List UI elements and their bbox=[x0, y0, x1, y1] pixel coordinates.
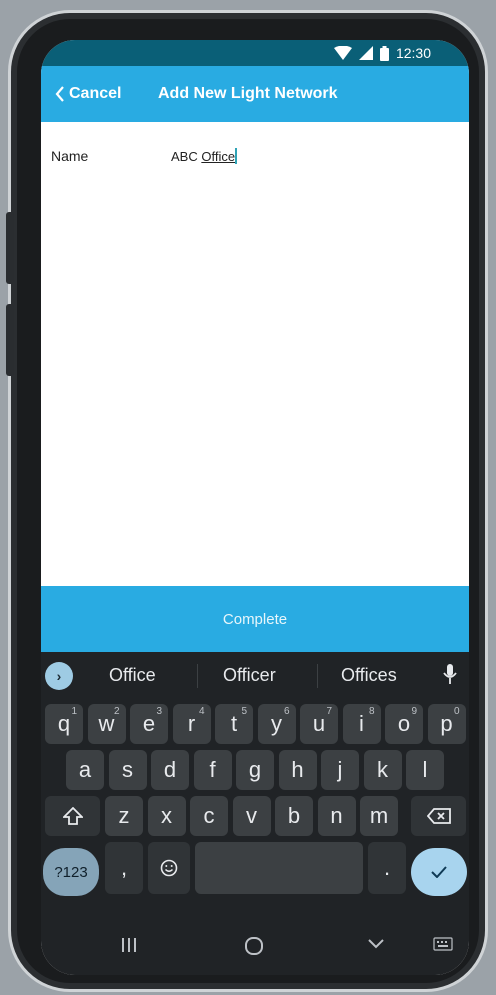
key-z[interactable]: z bbox=[105, 796, 143, 836]
key-x[interactable]: x bbox=[147, 796, 186, 836]
comma-key[interactable]: , bbox=[105, 842, 143, 894]
key-g[interactable]: g bbox=[236, 750, 274, 790]
key-t[interactable]: t5 bbox=[215, 704, 253, 744]
key-u[interactable]: u7 bbox=[300, 704, 338, 744]
key-hint: 1 bbox=[71, 706, 77, 717]
key-e[interactable]: e3 bbox=[130, 704, 168, 744]
symbols-key[interactable]: ?123 bbox=[43, 848, 99, 896]
key-hint: 7 bbox=[326, 706, 332, 717]
key-hint: 9 bbox=[411, 706, 417, 717]
shift-key[interactable] bbox=[45, 796, 100, 836]
done-key[interactable] bbox=[411, 848, 467, 896]
complete-button[interactable]: Complete bbox=[41, 586, 469, 652]
name-input[interactable]: ABC Office bbox=[171, 148, 238, 164]
key-w[interactable]: w2 bbox=[87, 704, 126, 744]
cancel-label: Cancel bbox=[69, 85, 122, 102]
phone-screen: 12:30 Cancel Add New Light Network Name … bbox=[41, 40, 469, 975]
key-hint: 6 bbox=[283, 706, 290, 717]
key-j[interactable]: j bbox=[321, 750, 359, 790]
wifi-icon bbox=[333, 46, 352, 60]
key-m[interactable]: m bbox=[360, 796, 398, 836]
recents-icon[interactable] bbox=[121, 937, 137, 953]
emoji-icon bbox=[160, 859, 178, 877]
expand-icon[interactable]: › bbox=[45, 662, 73, 690]
key-h[interactable]: h bbox=[278, 750, 317, 790]
key-f[interactable]: f bbox=[193, 750, 232, 790]
key-p[interactable]: p0 bbox=[427, 704, 466, 744]
key-hint: 8 bbox=[368, 706, 375, 717]
name-value-prefix: ABC bbox=[171, 149, 202, 164]
battery-icon bbox=[379, 45, 389, 61]
keyboard-icon[interactable] bbox=[433, 937, 453, 951]
key-n[interactable]: n bbox=[317, 796, 356, 836]
key-q[interactable]: q1 bbox=[45, 704, 83, 744]
space-key[interactable] bbox=[195, 842, 363, 894]
key-v[interactable]: v bbox=[232, 796, 271, 836]
home-icon[interactable] bbox=[244, 937, 264, 955]
key-i[interactable]: i8 bbox=[342, 704, 381, 744]
app-header: Cancel Add New Light Network bbox=[41, 66, 469, 122]
suggestion-divider bbox=[317, 664, 318, 688]
navigation-bar bbox=[41, 919, 469, 975]
key-k[interactable]: k bbox=[363, 750, 402, 790]
cancel-button[interactable]: Cancel bbox=[41, 85, 121, 103]
key-o[interactable]: o9 bbox=[385, 704, 423, 744]
key-hint: 5 bbox=[241, 706, 247, 717]
form-area: Name ABC Office bbox=[41, 122, 469, 586]
check-icon bbox=[431, 866, 447, 878]
key-hint: 4 bbox=[198, 706, 205, 717]
volume-up-button bbox=[6, 212, 14, 284]
signal-icon bbox=[358, 46, 373, 60]
key-hint: 2 bbox=[113, 706, 120, 717]
chevron-left-icon bbox=[55, 86, 64, 102]
suggestion-1[interactable]: Office bbox=[109, 665, 156, 686]
shift-icon bbox=[62, 807, 83, 825]
text-cursor bbox=[235, 148, 238, 164]
backspace-icon bbox=[426, 808, 451, 824]
suggestion-divider bbox=[197, 664, 198, 688]
mic-icon[interactable] bbox=[443, 664, 457, 686]
key-c[interactable]: c bbox=[190, 796, 228, 836]
name-row: Name ABC Office bbox=[51, 148, 238, 164]
status-bar: 12:30 bbox=[41, 40, 469, 66]
period-key[interactable]: . bbox=[368, 842, 406, 894]
name-value-word: Office bbox=[201, 149, 236, 164]
key-hint: 0 bbox=[453, 706, 460, 717]
status-time: 12:30 bbox=[395, 45, 431, 61]
key-y[interactable]: y6 bbox=[257, 704, 296, 744]
back-icon[interactable] bbox=[367, 937, 385, 951]
key-s[interactable]: s bbox=[108, 750, 147, 790]
backspace-key[interactable] bbox=[411, 796, 466, 836]
key-d[interactable]: d bbox=[151, 750, 189, 790]
suggestion-3[interactable]: Offices bbox=[341, 665, 397, 686]
page-title: Add New Light Network bbox=[158, 85, 338, 102]
key-l[interactable]: l bbox=[406, 750, 444, 790]
key-b[interactable]: b bbox=[275, 796, 313, 836]
keyboard: › Office Officer Offices q1w2e3r4t5y6u7i… bbox=[41, 652, 469, 975]
volume-down-button bbox=[6, 304, 14, 376]
key-r[interactable]: r4 bbox=[172, 704, 211, 744]
key-a[interactable]: a bbox=[66, 750, 104, 790]
suggestion-2[interactable]: Officer bbox=[223, 665, 276, 686]
suggestion-row: › Office Officer Offices bbox=[41, 652, 469, 698]
name-label: Name bbox=[51, 148, 89, 164]
emoji-key[interactable] bbox=[148, 842, 190, 894]
key-hint: 3 bbox=[156, 706, 162, 717]
